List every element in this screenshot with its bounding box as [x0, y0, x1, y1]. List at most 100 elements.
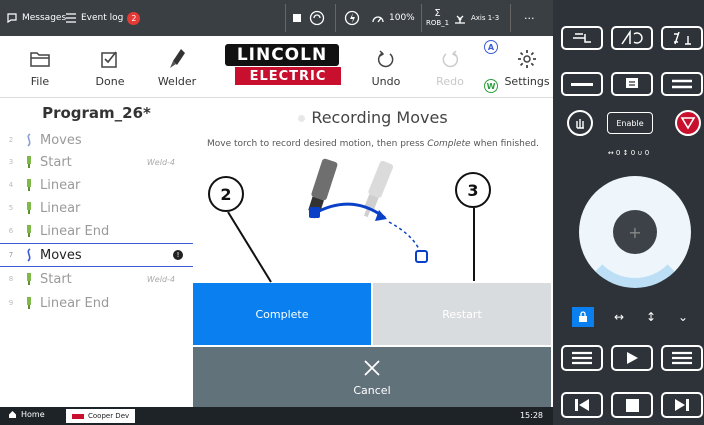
pendant-button-3[interactable]: [661, 26, 703, 50]
mode-icon[interactable]: [309, 0, 325, 36]
program-row[interactable]: 9 Linear End: [0, 291, 193, 315]
enable-button[interactable]: Enable: [607, 112, 653, 134]
done-button[interactable]: Done: [88, 36, 132, 98]
lock-icon[interactable]: [572, 307, 594, 327]
more-menu-button[interactable]: ···: [524, 0, 535, 36]
torch-feed-icon: [573, 33, 591, 43]
list-icon: [572, 351, 592, 365]
motion-illustration: [308, 158, 428, 263]
chat-icon: [7, 13, 17, 24]
row-label: Moves: [40, 247, 82, 263]
program-row[interactable]: 2 Moves: [0, 128, 193, 152]
done-label: Done: [95, 74, 125, 88]
hand-guide-icon[interactable]: [567, 110, 593, 136]
logo-line2: ELECTRIC: [235, 67, 341, 85]
clock: 15:28: [519, 411, 543, 420]
pendant-button-1[interactable]: [561, 26, 603, 50]
undo-icon: [377, 47, 395, 71]
pendant-minus-button[interactable]: [561, 72, 603, 96]
row-number: 7: [8, 251, 14, 259]
program-list-button[interactable]: [561, 345, 603, 371]
callout-3-leader: [473, 208, 475, 281]
torch-icon: [22, 178, 36, 192]
settings-button[interactable]: Settings: [504, 36, 550, 98]
sigma-icon: Σ: [434, 8, 441, 19]
row-number: 4: [8, 181, 14, 189]
program-title: Program_26*: [42, 104, 151, 122]
gear-icon: [517, 47, 537, 71]
logo-line1: LINCOLN: [225, 44, 339, 66]
event-log-button[interactable]: Event log 2: [65, 0, 141, 36]
cancel-button[interactable]: Cancel: [193, 347, 551, 407]
device-tab[interactable]: Cooper Dev: [66, 409, 136, 423]
welding-torch-icon: [168, 47, 186, 71]
play-icon: [627, 352, 638, 364]
step-forward-button[interactable]: [661, 392, 703, 418]
horizontal-axis-icon[interactable]: ↔: [609, 307, 629, 327]
row-label: Linear: [40, 177, 81, 193]
row-number: 9: [8, 299, 14, 307]
taskbar: Home Cooper Dev 15:28: [0, 407, 553, 425]
weld-label: Weld-4: [146, 157, 175, 167]
row-number: 6: [8, 227, 14, 235]
program-panel: Program_26* 2 Moves 3 Start Weld-4 4 Linear 5 Li…: [0, 98, 193, 407]
chevron-down-icon[interactable]: ⌄: [673, 307, 693, 327]
lincoln-mini-logo-icon: [72, 413, 84, 419]
stop-button[interactable]: [611, 392, 653, 418]
welder-button[interactable]: Welder: [155, 36, 199, 98]
program-row[interactable]: 6 Linear End: [0, 219, 193, 243]
redo-button[interactable]: Redo: [430, 36, 470, 98]
program-row[interactable]: 8 Start Weld-4: [0, 267, 193, 291]
robot-selector[interactable]: Σ ROB_1: [426, 0, 449, 36]
messages-button[interactable]: Messages: [6, 0, 66, 36]
axis-selector[interactable]: Axis 1-3: [453, 0, 499, 36]
program-row[interactable]: 4 Linear: [0, 173, 193, 197]
event-log-label: Event log: [81, 13, 124, 23]
play-button[interactable]: [611, 345, 653, 371]
row-label: Linear: [40, 200, 81, 216]
row-number: 5: [8, 204, 14, 212]
home-label: Home: [21, 410, 45, 419]
step-forward-icon: [675, 399, 689, 411]
torch-icon: [22, 296, 36, 310]
pendant-panel: Enable ↔ 0 ↕ 0 ∪ 0 + ↔ ↕ ⌄: [553, 0, 704, 425]
row-label: Linear End: [40, 223, 110, 239]
home-icon: [9, 411, 16, 418]
messages-label: Messages: [22, 13, 67, 23]
home-button[interactable]: Home: [8, 410, 45, 419]
jog-center-icon[interactable]: +: [613, 210, 657, 254]
callout-2: 2: [208, 176, 244, 212]
vertical-axis-icon[interactable]: ↕: [641, 307, 661, 327]
half-axis-icon: [674, 31, 691, 45]
moves-icon: [22, 133, 36, 147]
speed-value: 100%: [389, 13, 415, 23]
redo-label: Redo: [436, 74, 464, 88]
row-label: Start: [40, 271, 72, 287]
menu-button[interactable]: [661, 345, 703, 371]
pendant-button-2[interactable]: [611, 26, 653, 50]
close-icon: [364, 359, 380, 376]
axis-label: Axis 1-3: [471, 14, 500, 22]
auto-mode-icon[interactable]: A: [484, 40, 498, 54]
weld-mode-icon[interactable]: W: [484, 79, 498, 93]
program-row[interactable]: 3 Start Weld-4: [0, 150, 193, 174]
stop-icon[interactable]: [293, 0, 301, 36]
program-row[interactable]: 7 Moves!: [0, 243, 193, 267]
pendant-note-button[interactable]: [611, 72, 653, 96]
torch-icon: [22, 155, 36, 169]
power-icon[interactable]: [344, 0, 360, 36]
file-button[interactable]: File: [18, 36, 62, 98]
undo-button[interactable]: Undo: [366, 36, 406, 98]
step-back-icon: [575, 399, 589, 411]
folder-icon: [29, 47, 51, 71]
speed-control[interactable]: 100%: [371, 0, 415, 36]
pendant-equal-button[interactable]: [661, 72, 703, 96]
program-row[interactable]: 5 Linear: [0, 196, 193, 220]
complete-button[interactable]: Complete: [193, 283, 371, 345]
jog-readout: ↔ 0 ↕ 0 ∪ 0: [607, 149, 650, 157]
minus-icon: [571, 82, 593, 86]
restart-button[interactable]: Restart: [373, 283, 551, 345]
note-icon: [626, 78, 638, 88]
emergency-stop-icon[interactable]: [675, 110, 701, 136]
step-back-button[interactable]: [561, 392, 603, 418]
